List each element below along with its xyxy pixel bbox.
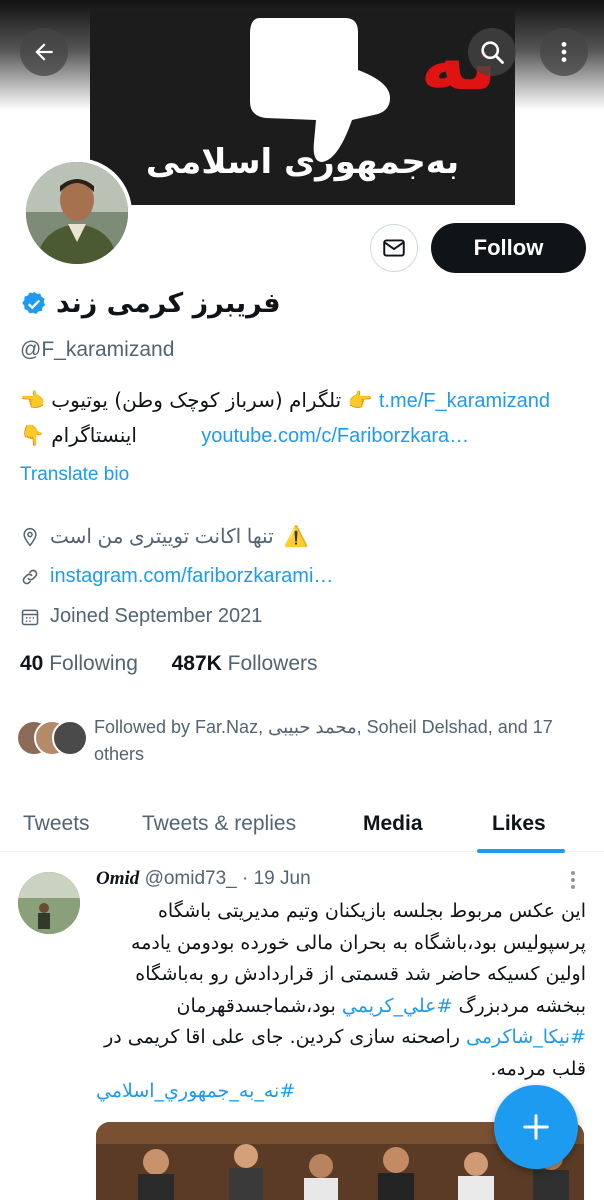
tweet-header: Omid @omid73_ · 19 Jun: [96, 868, 311, 890]
joined-text: Joined September 2021: [50, 605, 263, 627]
tweet-text-fragment: بود،شماجسدقهرمان: [176, 994, 342, 1017]
verified-badge-icon: [22, 291, 46, 314]
tweet-avatar-photo: [18, 872, 80, 934]
bio-instagram-text: اینستاگرام: [51, 423, 137, 447]
hashtag-link[interactable]: #نیکا_شاکرمی: [466, 1026, 586, 1048]
plus-icon: [523, 1114, 549, 1140]
profile-avatar[interactable]: [22, 158, 132, 268]
more-vertical-icon: [561, 42, 567, 62]
calendar-icon: [21, 609, 39, 625]
back-button[interactable]: [20, 28, 68, 76]
follow-counts: 40 Following 487K Followers: [20, 652, 318, 676]
tab-likes[interactable]: Likes: [492, 795, 546, 852]
link-icon: [22, 569, 38, 584]
tweet-more-button[interactable]: [566, 868, 580, 898]
tab-tweets-replies[interactable]: Tweets & replies: [142, 795, 296, 852]
tab-media[interactable]: Media: [363, 795, 423, 852]
tab-tweets[interactable]: Tweets: [23, 795, 90, 852]
follower-avatar: [52, 720, 88, 756]
tweet-line: #نیکا_شاکرمی راصحنه سازی کردین. جای علی …: [96, 1022, 586, 1054]
website-row: instagram.com/fariborzkarami…: [20, 565, 333, 588]
youtube-link[interactable]: youtube.com/c/Fariborzkara…: [201, 425, 469, 447]
tweet-author-avatar[interactable]: [18, 872, 80, 934]
envelope-icon: [383, 239, 405, 257]
follow-button[interactable]: Follow: [431, 223, 586, 273]
website-link[interactable]: instagram.com/fariborzkarami…: [50, 565, 333, 588]
banner-image: نه به‌جمهوری اسلامی: [90, 10, 515, 205]
followers-label: Followers: [227, 652, 318, 675]
location-text: تنها اکانت توییتری من است: [50, 526, 274, 548]
following-count: 40: [20, 652, 44, 675]
following-label: Following: [49, 652, 138, 675]
bio-telegram-text: تلگرام (سرباز کوچک وطن) یوتیوب: [51, 388, 342, 412]
tweet-line: ببخشه مردبزرگ #علي_كريمي بود،شماجسدقهرما…: [96, 991, 586, 1023]
point-right-emoji-icon: 👉: [347, 388, 373, 412]
followed-by-text[interactable]: Followed by Far.Naz, محمد حبیبی, Soheil …: [94, 714, 584, 768]
following-link[interactable]: 40 Following: [20, 652, 144, 675]
tweet-line: پرسپولیس بود،باشگاه به بحران مالی خورده …: [131, 931, 586, 954]
compose-tweet-button[interactable]: [494, 1085, 578, 1169]
profile-tabs: Tweets Tweets & replies Media Likes: [0, 795, 604, 852]
tweet-line: این عکس مربوط بجلسه بازیکنان وتیم مدیریت…: [157, 900, 586, 922]
location-row: تنها اکانت توییتری من است ⚠️: [20, 524, 309, 549]
translate-bio-link[interactable]: Translate bio: [20, 464, 129, 486]
tweet-text-fragment: راصحنه سازی کردین. جای علی اقا کریمی در: [104, 1026, 467, 1048]
arrow-left-icon: [35, 43, 53, 61]
joined-row: Joined September 2021: [20, 605, 262, 628]
hashtag-link[interactable]: #نه_به_جمهوري_اسلامي: [96, 1080, 306, 1102]
tweet-text: این عکس مربوط بجلسه بازیکنان وتیم مدیریت…: [96, 896, 586, 1085]
bio-line-2: 👇 اینستاگرام youtube.com/c/Fariborzkara…: [20, 423, 469, 448]
point-left-emoji-icon: 👈: [20, 388, 45, 412]
search-icon: [481, 41, 504, 64]
point-down-emoji-icon: 👇: [20, 423, 45, 447]
active-tab-indicator: [477, 849, 565, 853]
tweet-line: اولین کسیکه حاضر شد قسمتی از قراردادش رو…: [135, 963, 586, 985]
display-name: فریبرز کرمی زند: [56, 288, 281, 319]
search-button[interactable]: [468, 28, 516, 76]
name-row: فریبرز کرمی زند: [20, 288, 281, 319]
profile-handle: @F_karamizand: [20, 338, 175, 361]
location-pin-icon: [23, 527, 37, 546]
warning-emoji-icon: ⚠️: [283, 526, 309, 548]
bio-line-1: 👈 تلگرام (سرباز کوچک وطن) یوتیوب 👉 t.me/…: [20, 388, 550, 413]
telegram-link[interactable]: t.me/F_karamizand: [379, 390, 550, 412]
followers-count: 487K: [171, 652, 222, 675]
message-button[interactable]: [370, 224, 418, 272]
banner-slogan: به‌جمهوری اسلامی: [145, 142, 460, 182]
more-vertical-icon: [571, 871, 575, 889]
tweet-text-fragment: ببخشه مردبزرگ: [452, 994, 586, 1017]
hashtag-link[interactable]: #علي_كريمي: [342, 995, 453, 1017]
tweet-handle-date: @omid73_ · 19 Jun: [144, 868, 311, 889]
tweet-author-name[interactable]: Omid: [96, 868, 139, 889]
followers-link[interactable]: 487K Followers: [172, 652, 318, 675]
avatar-photo: [26, 162, 128, 264]
more-options-button[interactable]: [540, 28, 588, 76]
